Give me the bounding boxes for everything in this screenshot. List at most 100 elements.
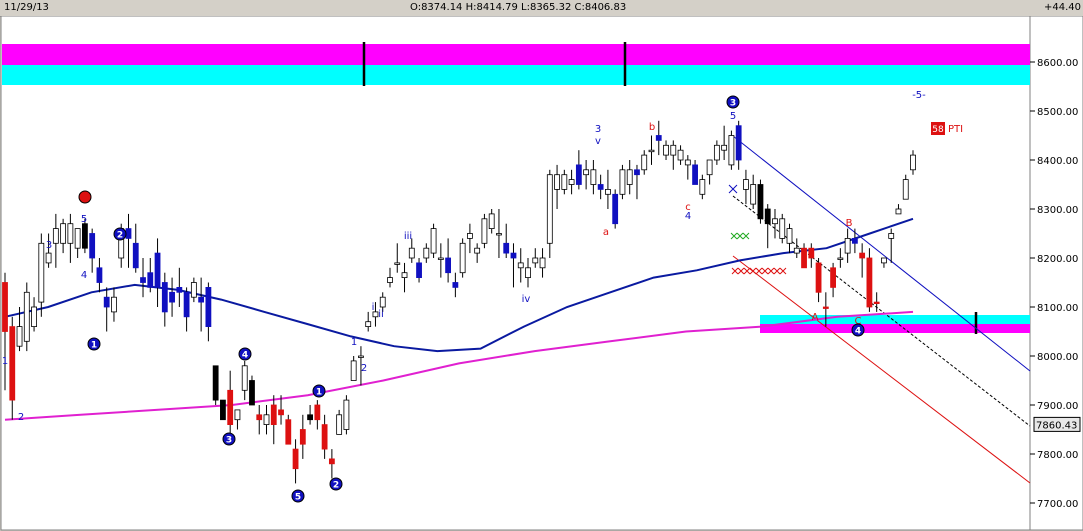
candle-body: [328, 458, 335, 465]
y-tick-label: 8200.00: [1037, 254, 1078, 265]
candle-body: [82, 223, 88, 249]
candle-body: [263, 414, 270, 425]
wave-label: 3: [46, 240, 52, 251]
red-circle-marker: [78, 190, 92, 204]
candle-body: [626, 169, 633, 185]
wave-label: -5-: [912, 90, 926, 101]
candle-body: [408, 247, 415, 259]
candle-body: [132, 242, 139, 269]
wave-label: 2: [361, 363, 367, 374]
candle-body: [430, 228, 437, 254]
candle-body: [808, 247, 815, 259]
candlestick-chart[interactable]: 12354214351212iiiiiiivv3abc435-5-BA C4 86…: [0, 16, 1083, 531]
candle-body: [605, 188, 611, 195]
support-band-magenta: [760, 324, 1030, 333]
candle-body: [830, 267, 836, 288]
wave-label: 4: [855, 327, 861, 337]
candle-body: [590, 169, 597, 185]
resistance-band-magenta: [2, 44, 1030, 65]
wave-label: ii: [378, 309, 384, 320]
candle-body: [45, 252, 52, 264]
candle-body: [445, 257, 452, 274]
candle-body: [677, 149, 684, 161]
candle-body: [728, 135, 735, 166]
wave-label: 2: [333, 481, 339, 491]
pti-value: 58: [932, 125, 944, 135]
candle-body: [721, 144, 728, 151]
candle-body: [234, 409, 241, 421]
candle-body: [401, 272, 408, 279]
candle-body: [612, 193, 619, 225]
candle-body: [314, 404, 321, 421]
candle-body: [111, 296, 117, 313]
candle-body: [31, 306, 37, 328]
wave-label: 5: [81, 214, 87, 225]
candle-body: [822, 306, 829, 309]
last-price-label: 7860.43: [1036, 420, 1077, 431]
candle-body: [815, 262, 822, 293]
wave-label: 2: [18, 412, 24, 423]
candle-body: [851, 237, 858, 244]
candle-body: [379, 296, 386, 308]
candle-body: [9, 326, 16, 401]
candle-body: [147, 272, 154, 288]
candle-body: [227, 389, 234, 425]
candle-body: [764, 208, 771, 225]
candle-body: [706, 159, 713, 176]
candle-body: [779, 218, 786, 239]
candle-body: [169, 291, 175, 303]
candle-body: [699, 179, 706, 195]
wave-label: v: [595, 136, 601, 147]
candle-body: [568, 179, 575, 185]
candle-body: [161, 282, 168, 313]
candle-body: [743, 179, 749, 190]
candle-body: [176, 286, 183, 293]
candle-body: [641, 154, 648, 171]
candle-body: [336, 414, 343, 435]
wave-label: 2: [117, 231, 123, 241]
wave-label: 4: [685, 211, 691, 222]
candle-body: [198, 296, 205, 303]
candle-body: [844, 237, 851, 254]
candle-body: [910, 154, 916, 171]
candle-body: [772, 218, 778, 225]
y-tick-label: 8600.00: [1037, 58, 1078, 69]
candle-body: [350, 360, 357, 381]
resistance-band-cyan: [2, 65, 1030, 85]
candle-body: [859, 252, 866, 259]
y-tick-label: 7800.00: [1037, 450, 1078, 461]
wave-label: i: [372, 302, 375, 313]
pti-label: PTI: [948, 124, 963, 135]
candle-body: [103, 296, 110, 308]
candle-body: [496, 233, 502, 236]
candle-body: [561, 174, 568, 190]
candle-body: [655, 135, 662, 141]
candle-body: [474, 247, 481, 254]
candle-body: [583, 169, 590, 176]
candle-body: [365, 321, 372, 328]
date-label: 11/29/13: [4, 2, 49, 13]
y-tick-label: 7900.00: [1037, 401, 1078, 412]
candle-body: [466, 233, 473, 239]
candle-body: [190, 282, 197, 298]
candle-body: [16, 326, 23, 347]
candle-body: [220, 399, 226, 421]
wave-label: 5: [730, 111, 736, 122]
y-tick-label: 7700.00: [1037, 499, 1078, 510]
wave-label: B: [846, 218, 853, 229]
candle-body: [60, 223, 67, 244]
y-tick-label: 8100.00: [1037, 303, 1078, 314]
candle-body: [525, 267, 531, 279]
wave-label: 4: [242, 351, 248, 361]
candle-body: [546, 174, 553, 244]
candle-body: [801, 247, 807, 269]
wave-label: 3: [730, 99, 736, 109]
candle-body: [517, 262, 524, 269]
candle-body: [321, 424, 328, 450]
wave-label: b: [649, 122, 655, 133]
wave-label: 1: [316, 388, 322, 398]
y-tick-label: 8300.00: [1037, 205, 1078, 216]
candle-body: [423, 247, 430, 259]
candle-body: [154, 252, 161, 288]
candle-body: [307, 414, 313, 421]
